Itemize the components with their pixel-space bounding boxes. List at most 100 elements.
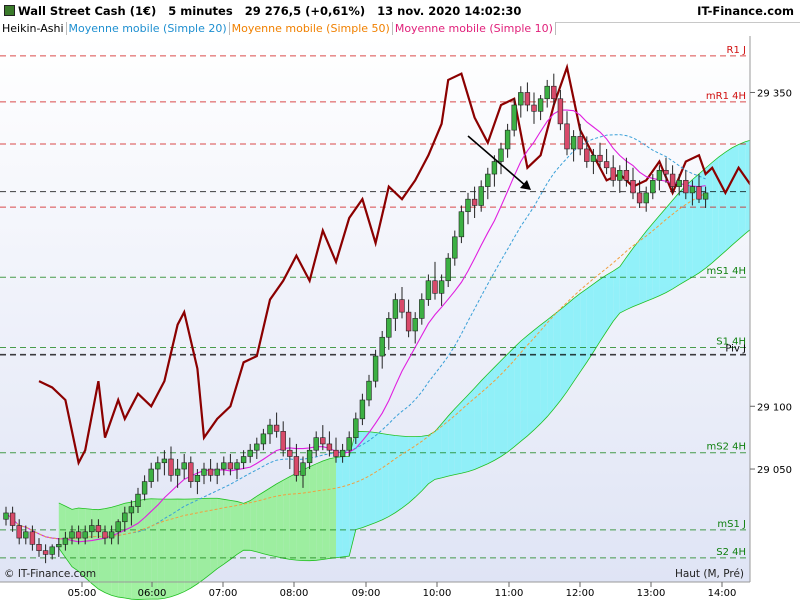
- candle-body: [511, 104, 517, 131]
- candle-body: [392, 299, 399, 319]
- cloud-segment: [685, 179, 693, 281]
- candle-body: [95, 525, 102, 533]
- cloud-segment: [573, 293, 581, 382]
- candle-body: [590, 154, 597, 162]
- candle-body: [676, 180, 682, 187]
- cloud-segment: [593, 279, 600, 352]
- candle-body: [584, 148, 590, 162]
- last-price: 29 276,5 (+0,61%): [244, 4, 366, 18]
- candle-body: [610, 167, 616, 181]
- level-label: mS2 4H: [706, 442, 746, 453]
- x-tick-label: 12:00: [566, 588, 595, 599]
- cloud-segment: [369, 431, 376, 526]
- candle-body: [141, 481, 148, 495]
- cloud-segment: [190, 498, 198, 589]
- candle-body: [551, 85, 557, 100]
- candle-body: [465, 198, 471, 213]
- candle-body: [181, 462, 187, 470]
- candle-body: [260, 433, 267, 445]
- candle-body: [359, 399, 366, 420]
- candle-body: [62, 537, 69, 545]
- candle-body: [247, 449, 253, 457]
- candle-body: [524, 92, 531, 106]
- candle-body: [425, 280, 432, 300]
- cloud-segment: [296, 469, 303, 561]
- candle-body: [148, 468, 154, 482]
- x-tick-label: 13:00: [637, 588, 666, 599]
- x-tick-label: 07:00: [209, 588, 238, 599]
- cloud-segment: [507, 347, 515, 453]
- candle-body: [656, 170, 663, 181]
- cloud-segment: [454, 401, 462, 475]
- cloud-segment: [567, 298, 574, 392]
- candle-body: [273, 424, 280, 432]
- candle-body: [471, 198, 478, 206]
- cloud-segment: [514, 341, 521, 447]
- cloud-segment: [527, 330, 534, 436]
- cloud-segment: [705, 162, 713, 269]
- level-label: mR1 4H: [706, 91, 746, 102]
- candle-body: [128, 506, 135, 514]
- cloud-segment: [164, 499, 171, 599]
- candle-body: [267, 424, 273, 435]
- candle-body: [29, 531, 36, 545]
- candle-body: [458, 211, 465, 238]
- cloud-segment: [580, 288, 587, 372]
- cloud-segment: [679, 185, 686, 285]
- cloud-segment: [336, 456, 343, 558]
- brand: IT-Finance.com: [697, 4, 794, 18]
- cloud-segment: [534, 324, 541, 430]
- cloud-segment: [276, 480, 284, 559]
- candle-body: [597, 154, 603, 162]
- candle-body: [333, 449, 339, 457]
- cloud-segment: [243, 500, 251, 551]
- candle-body: [702, 192, 709, 200]
- x-tick-label: 11:00: [495, 588, 524, 599]
- candle-body: [135, 493, 141, 507]
- candle-body: [23, 531, 29, 539]
- instrument-name: Wall Street Cash (1€): [18, 4, 157, 18]
- level-label: Piv J: [725, 344, 746, 355]
- price-chart: R1 J29 379,2mR1 4H29 342,529 309,029 271…: [0, 36, 800, 600]
- candle-body: [491, 161, 498, 175]
- cloud-segment: [699, 168, 706, 274]
- candle-body: [214, 468, 220, 476]
- cloud-segment: [586, 284, 594, 363]
- cloud-segment: [421, 435, 429, 491]
- cloud-segment: [553, 309, 561, 409]
- cloud-segment: [256, 492, 264, 554]
- candle-body: [280, 431, 286, 451]
- cloud-segment: [738, 141, 746, 240]
- candle-body: [221, 462, 227, 470]
- cloud-segment: [501, 354, 508, 457]
- cloud-segment: [494, 360, 501, 461]
- candle-body: [518, 92, 524, 106]
- legend-ma50: Moyenne mobile (Simple 50): [229, 22, 393, 35]
- candle-body: [617, 170, 623, 181]
- quote-mode: Haut (M, Pré): [674, 568, 744, 580]
- candle-body: [293, 456, 300, 476]
- candle-body: [201, 468, 207, 476]
- candle-body: [300, 462, 306, 476]
- candle-body: [683, 180, 689, 194]
- candle-body: [379, 336, 385, 357]
- candle-body: [16, 525, 22, 539]
- candle-body: [372, 355, 379, 382]
- chart-title: Wall Street Cash (1€) 5 minutes 29 276,5…: [4, 4, 521, 18]
- level-label: S2 4H: [716, 547, 746, 558]
- candle-body: [531, 104, 537, 112]
- candle-body: [603, 161, 610, 169]
- candle-body: [432, 280, 438, 294]
- x-tick-label: 09:00: [352, 588, 381, 599]
- candle-body: [9, 512, 16, 526]
- cloud-segment: [303, 466, 310, 561]
- candle-body: [498, 148, 504, 162]
- candle-body: [82, 531, 88, 539]
- cloud-segment: [223, 499, 231, 565]
- candle-body: [419, 299, 425, 319]
- x-tick-label: 08:00: [280, 588, 309, 599]
- candle-body: [663, 170, 669, 175]
- cloud-segment: [600, 274, 607, 342]
- candle-body: [108, 531, 115, 539]
- candle-body: [194, 475, 201, 482]
